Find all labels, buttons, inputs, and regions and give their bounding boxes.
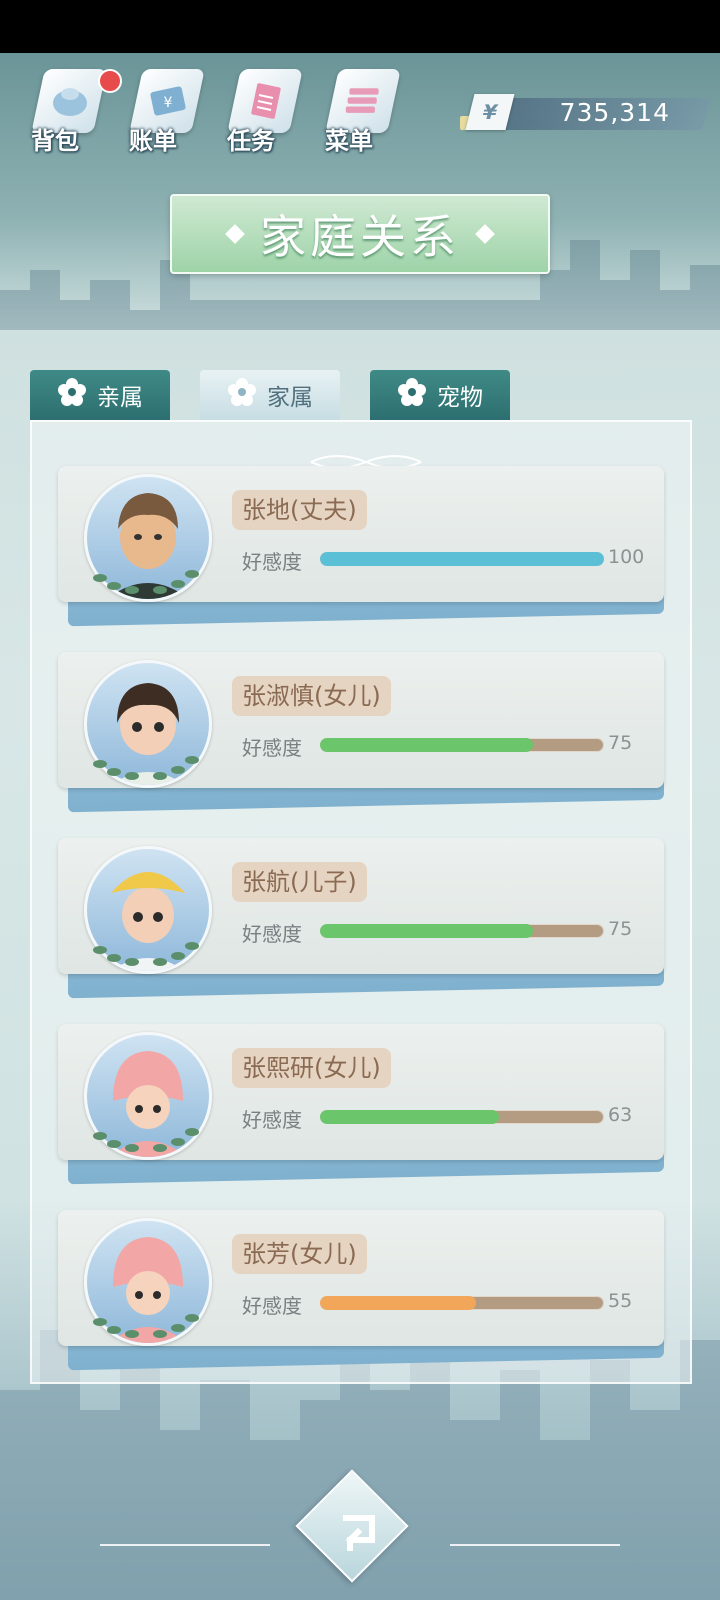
menu-label: 菜单 xyxy=(325,127,373,155)
leaf-decoration xyxy=(93,570,199,594)
flower-icon xyxy=(57,377,87,413)
member-name: 张熙研(女儿) xyxy=(232,1048,391,1088)
tab-label: 宠物 xyxy=(437,385,483,411)
family-member-row[interactable]: 张地(丈夫) 好感度 100 xyxy=(58,466,664,627)
status-bar xyxy=(0,0,720,53)
task-icon xyxy=(246,81,286,121)
bill-icon: ¥ xyxy=(148,81,188,121)
leaf-decoration xyxy=(93,756,199,780)
flower-icon xyxy=(397,377,427,413)
diamond-icon xyxy=(225,224,245,244)
member-name: 张地(丈夫) xyxy=(232,490,367,530)
bag-icon xyxy=(50,81,90,121)
bill-label: 账单 xyxy=(129,127,177,155)
menu-button[interactable]: 菜单 xyxy=(314,61,402,155)
favor-bar xyxy=(320,552,604,566)
favor-label: 好感度 xyxy=(242,922,302,946)
leaf-decoration xyxy=(93,1314,199,1338)
family-member-row[interactable]: 张熙研(女儿) 好感度 63 xyxy=(58,1024,664,1185)
favor-bar-fill xyxy=(320,552,604,566)
favor-label: 好感度 xyxy=(242,550,302,574)
favor-label: 好感度 xyxy=(242,1108,302,1132)
tab-relatives[interactable]: 亲属 xyxy=(30,370,170,420)
favor-value: 75 xyxy=(608,918,633,940)
member-name: 张航(儿子) xyxy=(232,862,367,902)
favor-bar xyxy=(320,738,604,752)
bag-button[interactable]: 背包 xyxy=(20,61,122,155)
favor-label: 好感度 xyxy=(242,1294,302,1318)
favor-bar-fill xyxy=(320,1296,477,1310)
favor-bar-fill xyxy=(320,1110,499,1124)
flower-icon xyxy=(227,377,257,413)
task-button[interactable]: 任务 xyxy=(216,61,304,155)
favor-bar xyxy=(320,1296,604,1310)
decorative-line xyxy=(100,1544,270,1546)
decorative-line xyxy=(450,1544,620,1546)
tab-pets[interactable]: 宠物 xyxy=(370,370,510,420)
favor-label: 好感度 xyxy=(242,736,302,760)
favor-value: 75 xyxy=(608,732,633,754)
family-member-row[interactable]: 张淑慎(女儿) 好感度 75 xyxy=(58,652,664,813)
menu-icon xyxy=(344,81,384,121)
tab-label: 家属 xyxy=(267,385,313,411)
tab-family[interactable]: 家属 xyxy=(200,370,340,420)
favor-bar-fill xyxy=(320,924,533,938)
family-member-row[interactable]: 张芳(女儿) 好感度 55 xyxy=(58,1210,664,1371)
favor-bar xyxy=(320,924,604,938)
svg-text:¥: ¥ xyxy=(164,95,173,111)
favor-bar-fill xyxy=(320,738,533,752)
page-title-banner: 家庭关系 xyxy=(170,194,550,274)
leaf-decoration xyxy=(93,1128,199,1152)
bag-label: 背包 xyxy=(31,127,79,155)
member-name: 张淑慎(女儿) xyxy=(232,676,391,716)
favor-bar xyxy=(320,1110,604,1124)
favor-value: 63 xyxy=(608,1104,633,1126)
favor-value: 100 xyxy=(608,546,645,568)
currency-value: 735,314 xyxy=(559,98,670,127)
currency-display: ¥ 735,314 xyxy=(460,94,710,132)
favor-value: 55 xyxy=(608,1290,633,1312)
member-name: 张芳(女儿) xyxy=(232,1234,367,1274)
tab-label: 亲属 xyxy=(97,385,143,411)
leaf-decoration xyxy=(93,942,199,966)
family-member-row[interactable]: 张航(儿子) 好感度 75 xyxy=(58,838,664,999)
task-label: 任务 xyxy=(227,127,275,155)
bill-button[interactable]: ¥ 账单 xyxy=(118,61,206,155)
diamond-icon xyxy=(475,224,495,244)
page-title: 家庭关系 xyxy=(260,210,460,264)
back-icon xyxy=(320,1492,400,1572)
